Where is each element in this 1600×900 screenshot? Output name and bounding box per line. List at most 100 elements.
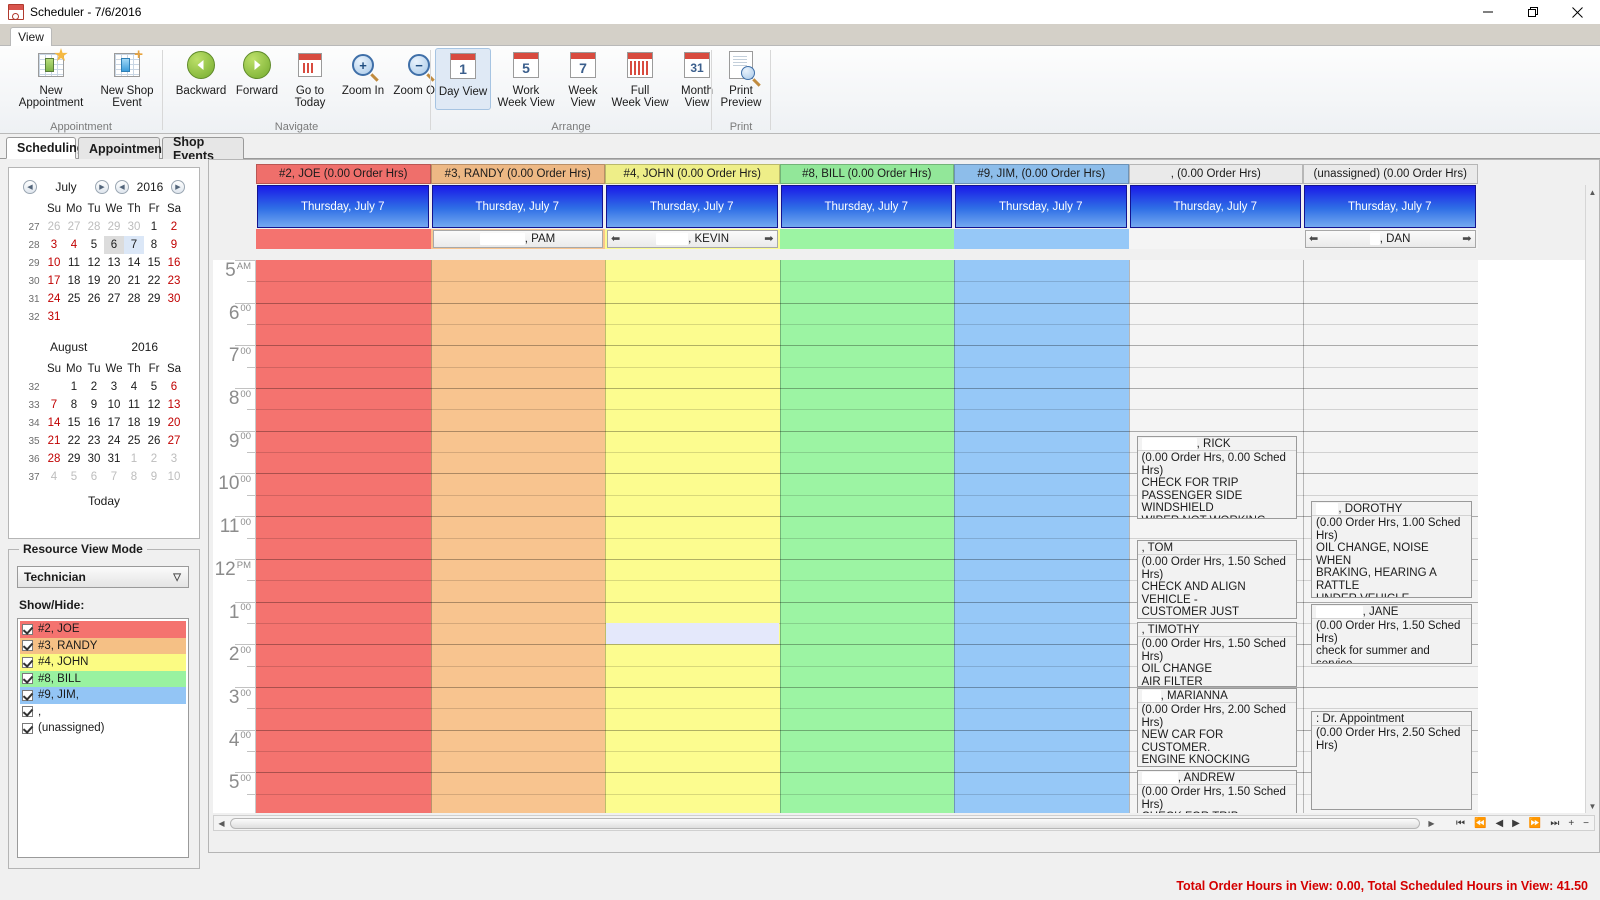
all-day-appointment[interactable]: M , DAN <box>1305 230 1476 248</box>
appointment-card[interactable]: ADL, DOROTHY(0.00 Order Hrs, 1.00 Sched … <box>1311 501 1472 598</box>
week-view-button[interactable]: 7 Week View <box>559 48 607 109</box>
calendar-day-cell[interactable]: 9 <box>84 396 104 414</box>
day-header[interactable]: Thursday, July 7 <box>955 185 1127 228</box>
checkbox-icon[interactable] <box>22 623 33 635</box>
calendar-day-cell[interactable]: 22 <box>64 432 84 450</box>
appointment-card[interactable]: , TOM (0.00 Order Hrs, 1.50 Sched Hrs) CH… <box>1136 540 1297 619</box>
calendar-day-cell[interactable]: 8 <box>144 236 164 254</box>
checkbox-icon[interactable] <box>22 689 33 701</box>
prev-month-button[interactable]: ◀ <box>23 180 37 194</box>
calendar-day-cell[interactable]: 22 <box>144 272 164 290</box>
calendar-day-cell[interactable]: 26 <box>44 218 64 236</box>
resource-column-header[interactable]: , (0.00 Order Hrs) <box>1128 164 1303 184</box>
calendar-day-cell[interactable]: 10 <box>104 396 124 414</box>
new-shop-event-button[interactable]: + New Shop Event <box>96 47 158 109</box>
show-hide-item[interactable]: #3, RANDY <box>20 637 186 654</box>
today-button[interactable]: Today <box>9 494 199 508</box>
calendar-grid-july[interactable]: Su Mo Tu We Th Fr Sa 27 26 27 28 29 30 1 2 28 3 4 5 6 7 8 9 29 1… <box>24 200 184 326</box>
calendar-day-cell[interactable]: 1 <box>64 378 84 396</box>
calendar-day-cell[interactable]: 29 <box>104 218 124 236</box>
vertical-scrollbar[interactable]: ▲ ▼ <box>1585 185 1598 813</box>
calendar-day-cell[interactable] <box>164 308 184 326</box>
calendar-day-cell[interactable] <box>144 308 164 326</box>
calendar-day-cell[interactable]: 6 <box>164 378 184 396</box>
next-arrow-icon[interactable]: ➡ <box>1462 232 1471 245</box>
calendar-day-cell[interactable]: 15 <box>144 254 164 272</box>
backward-button[interactable]: Backward <box>169 48 233 97</box>
calendar-day-cell[interactable]: 5 <box>84 236 104 254</box>
resource-column[interactable] <box>954 260 1129 813</box>
calendar-day-cell[interactable]: 13 <box>104 254 124 272</box>
prev-arrow-icon[interactable]: ⬅ <box>1309 232 1318 245</box>
work-week-view-button[interactable]: 5 Work Week View <box>495 48 557 109</box>
calendar-day-cell[interactable] <box>104 308 124 326</box>
calendar-grid-august[interactable]: Su Mo Tu We Th Fr Sa 32 1 2 3 4 5 6 33 7 8 9 10 11 12 13 34 14 1… <box>24 360 184 486</box>
all-day-cell[interactable]: ROSS, KEVIN⬅➡ <box>605 229 780 249</box>
all-day-cell[interactable] <box>954 229 1129 249</box>
resource-column-header[interactable]: #2, JOE (0.00 Order Hrs) <box>256 164 431 184</box>
maximize-button[interactable] <box>1510 0 1555 24</box>
calendar-day-cell[interactable] <box>44 378 64 396</box>
appointment-card[interactable]: MOULTRY, RICK(0.00 Order Hrs, 0.00 Sched… <box>1136 436 1297 519</box>
calendar-day-cell[interactable]: 19 <box>144 414 164 432</box>
calendar-day-cell[interactable]: 27 <box>104 290 124 308</box>
calendar-day-cell[interactable] <box>64 308 84 326</box>
scroll-right-icon[interactable]: ▶ <box>1426 818 1437 829</box>
calendar-day-cell[interactable]: 18 <box>124 414 144 432</box>
calendar-day-cell[interactable]: 27 <box>64 218 84 236</box>
next-year-button[interactable]: ▶ <box>171 180 185 194</box>
all-day-cell[interactable]: BATTEN, PAM <box>430 229 605 249</box>
print-preview-button[interactable]: Print Preview <box>712 48 770 109</box>
calendar-day-cell[interactable]: 24 <box>44 290 64 308</box>
appointment-card[interactable]: PRI , MARIANNA(0.00 Order Hrs, 2.00 Sche… <box>1136 688 1297 767</box>
calendar-day-cell[interactable]: 7 <box>124 236 144 254</box>
calendar-day-cell[interactable]: 15 <box>64 414 84 432</box>
horizontal-scroll-thumb[interactable] <box>230 818 1420 829</box>
checkbox-icon[interactable] <box>22 722 33 734</box>
calendar-day-cell[interactable]: 12 <box>84 254 104 272</box>
calendar-day-cell[interactable]: 1 <box>144 218 164 236</box>
calendar-day-cell[interactable]: 20 <box>164 414 184 432</box>
full-week-view-button[interactable]: Full Week View <box>609 48 671 109</box>
calendar-day-cell[interactable]: 2 <box>164 218 184 236</box>
show-hide-item[interactable]: #2, JOE <box>20 621 186 638</box>
tab-scheduling[interactable]: Scheduling <box>6 137 84 159</box>
calendar-day-cell[interactable]: 30 <box>84 450 104 468</box>
calendar-day-cell[interactable]: 11 <box>124 396 144 414</box>
calendar-day-cell[interactable]: 7 <box>44 396 64 414</box>
calendar-day-cell[interactable]: 3 <box>104 378 124 396</box>
checkbox-icon[interactable] <box>22 673 33 685</box>
calendar-day-cell[interactable]: 14 <box>124 254 144 272</box>
resource-column-header[interactable]: #9, JIM, (0.00 Order Hrs) <box>954 164 1129 184</box>
calendar-day-cell[interactable]: 10 <box>44 254 64 272</box>
scroll-down-icon[interactable]: ▼ <box>1586 799 1599 813</box>
selected-time-slot[interactable] <box>606 622 779 645</box>
calendar-day-cell[interactable]: 29 <box>64 450 84 468</box>
resource-column[interactable] <box>256 260 431 813</box>
day-header[interactable]: Thursday, July 7 <box>431 185 603 228</box>
tab-appointment[interactable]: Appointment <box>78 137 166 159</box>
show-hide-item[interactable]: , <box>20 704 186 721</box>
calendar-day-cell[interactable]: 20 <box>104 272 124 290</box>
nav-button[interactable]: ▶ <box>1512 818 1520 829</box>
calendar-day-cell[interactable]: 21 <box>44 432 64 450</box>
resource-view-mode-select[interactable]: Technician ▽ <box>17 566 189 588</box>
ribbon-tab-view[interactable]: View <box>10 27 52 46</box>
calendar-day-cell[interactable]: 31 <box>104 450 124 468</box>
calendar-day-cell[interactable]: 28 <box>84 218 104 236</box>
calendar-day-cell[interactable]: 3 <box>164 450 184 468</box>
new-appointment-button[interactable]: New Appointment <box>10 48 92 109</box>
calendar-day-cell[interactable]: 3 <box>44 236 64 254</box>
calendar-day-cell[interactable]: 5 <box>144 378 164 396</box>
calendar-day-cell[interactable]: 26 <box>84 290 104 308</box>
show-hide-item[interactable]: #9, JIM, <box>20 687 186 704</box>
checkbox-icon[interactable] <box>22 706 33 718</box>
show-hide-item[interactable]: #8, BILL <box>20 670 186 687</box>
calendar-day-cell[interactable]: 8 <box>124 468 144 486</box>
scroll-left-icon[interactable]: ◀ <box>216 818 227 829</box>
minimize-button[interactable] <box>1465 0 1510 24</box>
appointment-card[interactable]: : Dr. Appointment (0.00 Order Hrs, 2.50 S… <box>1311 711 1472 810</box>
nav-button[interactable]: ⏭ <box>1550 818 1559 829</box>
calendar-day-cell[interactable]: 9 <box>144 468 164 486</box>
all-day-cell[interactable] <box>779 229 954 249</box>
